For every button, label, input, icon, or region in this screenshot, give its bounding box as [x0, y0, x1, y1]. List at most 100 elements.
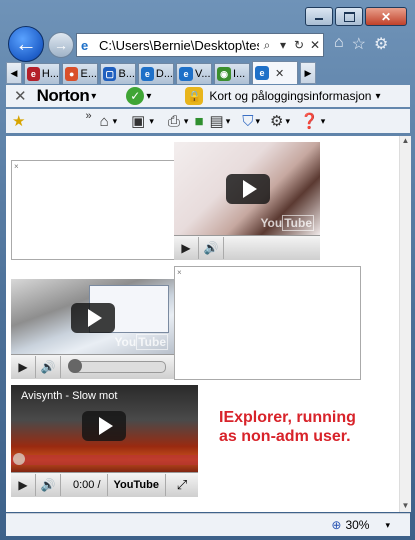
- progress-bar[interactable]: [11, 453, 198, 465]
- back-button[interactable]: ←: [8, 26, 44, 62]
- page-content: × You Tube ▶ 🔊 You Tube ▶ 🔊 × Avisynth -…: [6, 136, 399, 512]
- play-button[interactable]: ▶: [174, 237, 199, 259]
- print-dropdown-icon[interactable]: ▾: [184, 116, 189, 127]
- tab-scroll-right-button[interactable]: ▶: [300, 62, 316, 84]
- gear-icon[interactable]: ⚙: [374, 34, 388, 54]
- page-menu-icon[interactable]: ▤: [210, 112, 224, 130]
- page-dropdown-icon[interactable]: ▾: [226, 116, 231, 127]
- broken-embed-2: ×: [174, 266, 361, 380]
- zoom-dropdown-icon[interactable]: ▾: [385, 520, 390, 531]
- close-window-button[interactable]: ✕: [365, 7, 407, 26]
- play-overlay-button[interactable]: [71, 303, 115, 333]
- add-favorites-icon[interactable]: ★: [12, 112, 25, 130]
- video-player-2[interactable]: You Tube ▶ 🔊: [11, 279, 174, 379]
- volume-icon[interactable]: 🔊: [36, 474, 61, 496]
- ie-page-icon: e: [81, 38, 89, 53]
- safety-dropdown-icon[interactable]: ▾: [255, 116, 260, 127]
- vertical-scrollbar[interactable]: ▲ ▼: [399, 136, 411, 512]
- help-icon[interactable]: ❓: [300, 112, 319, 130]
- norton-logo[interactable]: Norton: [37, 86, 90, 106]
- tab-4[interactable]: e D...: [138, 63, 174, 84]
- tab-1[interactable]: e H...: [24, 63, 60, 84]
- safe-web-dropdown-icon[interactable]: ▾: [146, 91, 151, 102]
- window-caption-buttons: ✕: [305, 7, 407, 26]
- status-bar: ⊕ 30% ▾: [6, 513, 410, 536]
- scroll-up-icon[interactable]: ▲: [400, 136, 411, 145]
- youtube-logo-button[interactable]: YouTube: [108, 474, 166, 496]
- tab-favicon-icon: e: [255, 66, 269, 80]
- close-tab-icon[interactable]: ✕: [275, 67, 284, 80]
- forward-button[interactable]: →: [48, 32, 74, 58]
- new-tab-area[interactable]: [316, 64, 410, 84]
- video-player-1[interactable]: You Tube ▶ 🔊: [174, 142, 320, 260]
- tab-2[interactable]: ● E...: [62, 63, 98, 84]
- identity-safe-lock-icon[interactable]: 🔒: [185, 87, 204, 105]
- maximize-button[interactable]: [335, 7, 363, 26]
- forward-arrow-icon: →: [54, 37, 68, 53]
- video-player-3[interactable]: Avisynth - Slow mot ▶ 🔊 0:00 / YouTube ⤢: [11, 385, 198, 497]
- close-toolbar-icon[interactable]: ✕: [14, 87, 27, 105]
- tab-5[interactable]: e V...: [176, 63, 212, 84]
- norton-dropdown-icon[interactable]: ▾: [91, 91, 96, 102]
- seek-bar[interactable]: [68, 359, 166, 373]
- play-overlay-button[interactable]: [226, 174, 270, 204]
- minimize-button[interactable]: [305, 7, 333, 26]
- onenote-icon[interactable]: ■: [194, 113, 203, 130]
- broken-image-icon: ×: [177, 268, 182, 277]
- tab-active[interactable]: e ✕: [252, 61, 298, 84]
- tab-3[interactable]: ▢ B...: [100, 63, 136, 84]
- seek-handle[interactable]: [68, 359, 82, 373]
- tab-scroll-left-button[interactable]: ◀: [6, 62, 22, 84]
- browser-window: ✕ ← → e C:\Users\Bernie\Desktop\tes ⌕ ▾ …: [0, 0, 415, 540]
- safety-shield-icon[interactable]: ⛉: [242, 113, 253, 130]
- favorites-star-icon[interactable]: ☆: [352, 34, 366, 54]
- zoom-level[interactable]: 30%: [345, 518, 369, 532]
- identity-safe-label[interactable]: Kort og påloggingsinformasjon: [209, 89, 371, 103]
- volume-icon[interactable]: 🔊: [199, 237, 224, 259]
- print-icon[interactable]: ⎙: [168, 113, 180, 130]
- help-dropdown-icon[interactable]: ▾: [321, 116, 326, 127]
- broken-embed-1: ×: [11, 160, 175, 260]
- stop-icon[interactable]: ✕: [307, 38, 323, 52]
- identity-safe-dropdown-icon[interactable]: ▾: [375, 91, 380, 102]
- tab-label: B...: [118, 68, 135, 80]
- command-icons: ⌂ ☆ ⚙: [334, 34, 388, 54]
- tab-favicon-icon: ●: [65, 67, 79, 81]
- search-icon[interactable]: ⌕: [259, 38, 275, 53]
- play-button[interactable]: ▶: [11, 356, 36, 378]
- scroll-down-icon[interactable]: ▼: [400, 501, 411, 510]
- play-button[interactable]: ▶: [11, 474, 36, 496]
- safe-web-check-icon[interactable]: ✓: [126, 87, 145, 105]
- tab-label: D...: [155, 68, 173, 80]
- fullscreen-icon[interactable]: ⤢: [166, 477, 198, 493]
- tab-label: H...: [41, 68, 59, 80]
- tab-label: E...: [80, 68, 97, 80]
- home-icon[interactable]: ⌂: [100, 113, 109, 130]
- player-controls: ▶ 🔊 0:00 / YouTube ⤢: [11, 472, 198, 497]
- tab-6[interactable]: ◉ I...: [214, 63, 250, 84]
- tab-favicon-icon: e: [141, 67, 154, 81]
- home-icon[interactable]: ⌂: [334, 34, 344, 54]
- feeds-dropdown-icon[interactable]: ▾: [149, 116, 154, 127]
- tools-dropdown-icon[interactable]: ▾: [285, 116, 290, 127]
- chevron-more-icon[interactable]: »: [85, 110, 91, 122]
- home-dropdown-icon[interactable]: ▾: [113, 116, 118, 127]
- address-bar[interactable]: e C:\Users\Bernie\Desktop\tes ⌕ ▾ ↻ ✕: [76, 33, 324, 57]
- time-display: 0:00 /: [67, 474, 108, 496]
- refresh-icon[interactable]: ↻: [291, 38, 307, 52]
- rss-feeds-icon[interactable]: ▣: [131, 112, 145, 130]
- tab-row: ◀ e H... ● E... ▢ B... e D... e V... ◉ I... e ✕…: [6, 60, 410, 84]
- player-controls: ▶ 🔊: [174, 235, 320, 260]
- progress-handle[interactable]: [13, 453, 25, 465]
- player-controls: ▶ 🔊: [11, 354, 174, 379]
- address-url[interactable]: C:\Users\Bernie\Desktop\tes: [99, 38, 259, 53]
- back-arrow-icon: ←: [15, 31, 37, 56]
- command-bar: ★ » ⌂ ▾ ▣ ▾ ⎙ ▾ ■ ▤ ▾ ⛉ ▾ ⚙ ▾ ❓ ▾: [6, 109, 410, 133]
- tab-favicon-icon: e: [27, 67, 40, 81]
- dropdown-icon[interactable]: ▾: [275, 38, 291, 52]
- tools-gear-icon[interactable]: ⚙: [270, 112, 283, 130]
- annotation-text: IExplorer, running as non-adm user.: [219, 408, 389, 446]
- play-overlay-button[interactable]: [82, 411, 126, 441]
- volume-icon[interactable]: 🔊: [36, 356, 61, 378]
- zoom-icon[interactable]: ⊕: [331, 518, 341, 532]
